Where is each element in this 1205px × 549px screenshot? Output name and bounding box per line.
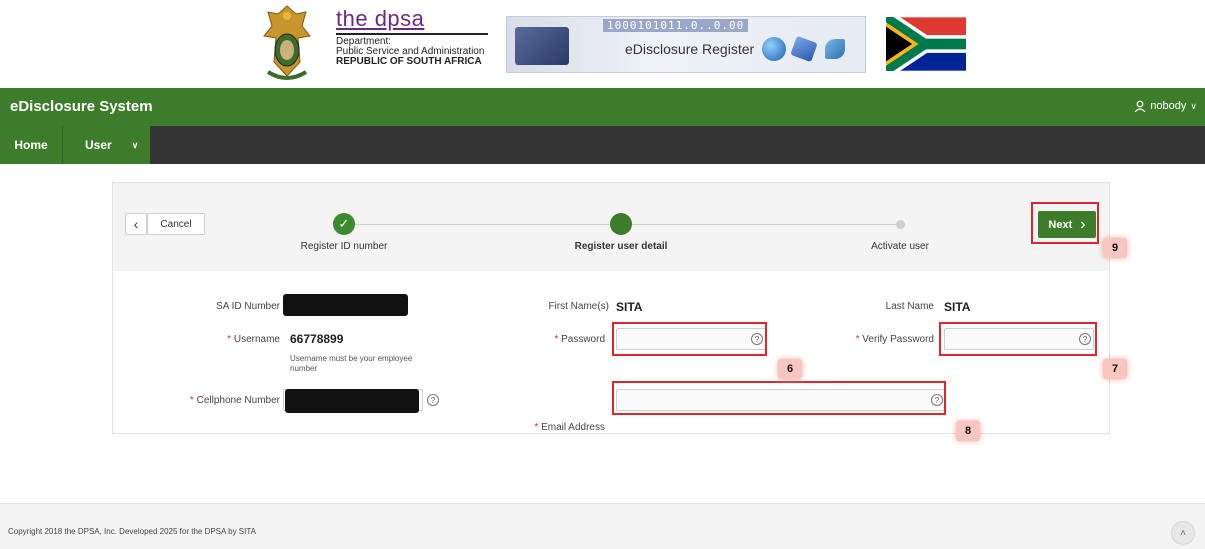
dpsa-title: the dpsa xyxy=(336,6,425,31)
app-header: eDisclosure System nobody ∨ xyxy=(0,88,1205,126)
username-label-text: Username xyxy=(233,334,280,345)
step-2-current-indicator xyxy=(610,213,632,235)
wizard-header: ‹ Cancel ✓ Register ID number Register u… xyxy=(113,183,1109,271)
required-marker: * xyxy=(855,334,860,345)
footer: Copyright 2018 the DPSA, Inc. Developed … xyxy=(0,503,1205,549)
checkmark-icon: ✓ xyxy=(338,216,350,231)
username-value: 66778899 xyxy=(290,332,344,346)
step-connector-1 xyxy=(355,224,610,225)
last-name-value: SITA xyxy=(944,300,971,314)
edisclosure-register-banner: 1000101011.0..0.00 eDisclosure Register xyxy=(506,16,866,73)
step-label-register-id: Register ID number xyxy=(300,241,388,252)
annotation-badge-6: 6 xyxy=(778,359,802,379)
document-icon xyxy=(790,35,818,63)
main-nav: Home User ∨ xyxy=(0,126,1205,164)
first-name-label: First Name(s) xyxy=(548,301,609,312)
required-marker: * xyxy=(227,334,232,345)
registration-wizard: ‹ Cancel ✓ Register ID number Register u… xyxy=(112,182,1110,434)
required-marker: * xyxy=(189,395,194,406)
chevron-left-icon: ‹ xyxy=(133,216,139,232)
step-3-future-indicator xyxy=(896,220,905,229)
verify-password-highlight-box xyxy=(939,322,1097,356)
coat-of-arms-logo xyxy=(263,5,311,80)
chevron-down-icon: ∨ xyxy=(131,139,139,150)
step-label-register-user-detail: Register user detail xyxy=(574,241,668,252)
edisclosure-register-title: eDisclosure Register xyxy=(625,41,755,57)
user-icon xyxy=(1134,100,1146,112)
computer-icon xyxy=(515,27,569,65)
nav-item-home[interactable]: Home xyxy=(0,126,62,164)
email-highlight-box xyxy=(612,381,946,415)
cellphone-label: * Cellphone Number xyxy=(133,395,280,406)
sa-id-redacted-value xyxy=(283,294,408,316)
required-marker: * xyxy=(534,422,539,433)
email-label-text: Email Address xyxy=(541,422,605,433)
phone-icon xyxy=(825,39,845,59)
app-title: eDisclosure System xyxy=(10,98,153,115)
chevron-down-icon: ∨ xyxy=(1190,100,1197,111)
password-label-text: Password xyxy=(561,334,605,345)
required-marker: * xyxy=(554,334,559,345)
username-help-text: Username must be your employee number xyxy=(290,354,413,373)
south-africa-flag xyxy=(886,17,966,71)
password-label: * Password xyxy=(503,334,605,345)
globe-icon xyxy=(762,37,786,61)
next-highlight-box xyxy=(1031,202,1099,244)
verify-password-label: * Verify Password xyxy=(813,334,934,345)
binary-strip: 1000101011.0..0.00 xyxy=(603,19,749,32)
username-label: * Username xyxy=(133,334,280,345)
annotation-badge-9: 9 xyxy=(1103,238,1127,258)
step-connector-2 xyxy=(632,224,896,225)
chevron-up-icon: ˄ xyxy=(1180,527,1186,539)
back-button[interactable]: ‹ xyxy=(125,213,147,235)
cellphone-label-text: Cellphone Number xyxy=(196,395,280,406)
nav-item-user-label: User xyxy=(85,138,112,152)
last-name-label: Last Name xyxy=(885,301,934,312)
step-label-activate-user: Activate user xyxy=(871,241,929,252)
help-icon[interactable]: ? xyxy=(427,394,439,406)
cellphone-redacted-value xyxy=(285,389,419,413)
step-1-done-indicator: ✓ xyxy=(333,213,355,235)
annotation-badge-7: 7 xyxy=(1103,359,1127,379)
nav-item-home-label: Home xyxy=(14,138,48,152)
scroll-to-top-button[interactable]: ˄ xyxy=(1171,521,1195,545)
cancel-button[interactable]: Cancel xyxy=(147,213,205,235)
user-name: nobody xyxy=(1150,100,1187,112)
sa-id-label: SA ID Number xyxy=(216,301,280,312)
dpsa-logo-text: the dpsa Department: Public Service and … xyxy=(336,6,488,67)
verify-password-label-text: Verify Password xyxy=(862,334,934,345)
nav-item-user[interactable]: User ∨ xyxy=(62,126,150,164)
password-highlight-box xyxy=(612,322,767,356)
copyright-text: Copyright 2018 the DPSA, Inc. Developed … xyxy=(8,527,256,536)
dpsa-divider xyxy=(336,33,488,35)
banner: the dpsa Department: Public Service and … xyxy=(0,0,1205,88)
user-menu[interactable]: nobody ∨ xyxy=(1134,100,1197,112)
first-name-value: SITA xyxy=(616,300,643,314)
annotation-badge-8: 8 xyxy=(956,421,980,441)
dpsa-line-3: REPUBLIC OF SOUTH AFRICA xyxy=(336,56,482,67)
email-label: * Email Address xyxy=(503,422,605,433)
